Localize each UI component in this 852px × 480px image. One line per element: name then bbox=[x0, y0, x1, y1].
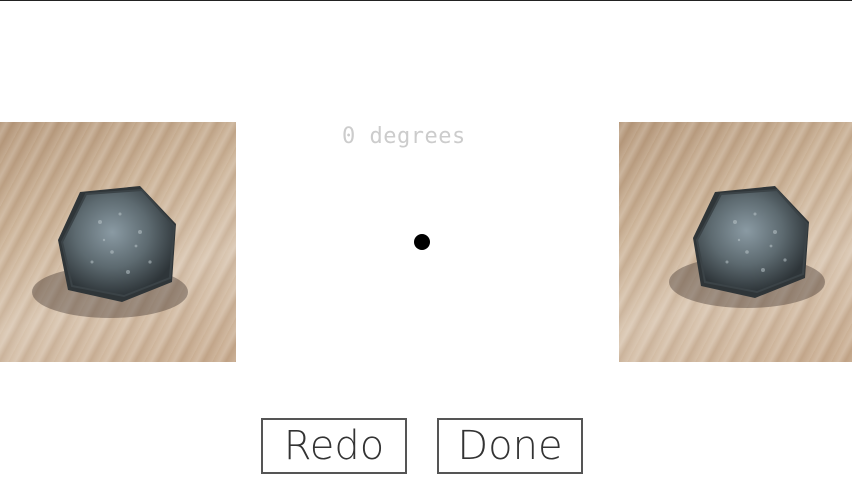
rotated-bolt-image bbox=[619, 122, 852, 362]
hex-bolt-photo-icon bbox=[32, 186, 188, 318]
done-button[interactable]: Done bbox=[437, 418, 583, 474]
top-border bbox=[0, 0, 852, 1]
rotation-center-dot bbox=[414, 234, 430, 250]
hex-bolt-photo-icon bbox=[669, 186, 825, 308]
rotation-angle-label: 0 degrees bbox=[342, 124, 466, 149]
redo-button[interactable]: Redo bbox=[261, 418, 407, 474]
reference-bolt-image bbox=[0, 122, 236, 362]
